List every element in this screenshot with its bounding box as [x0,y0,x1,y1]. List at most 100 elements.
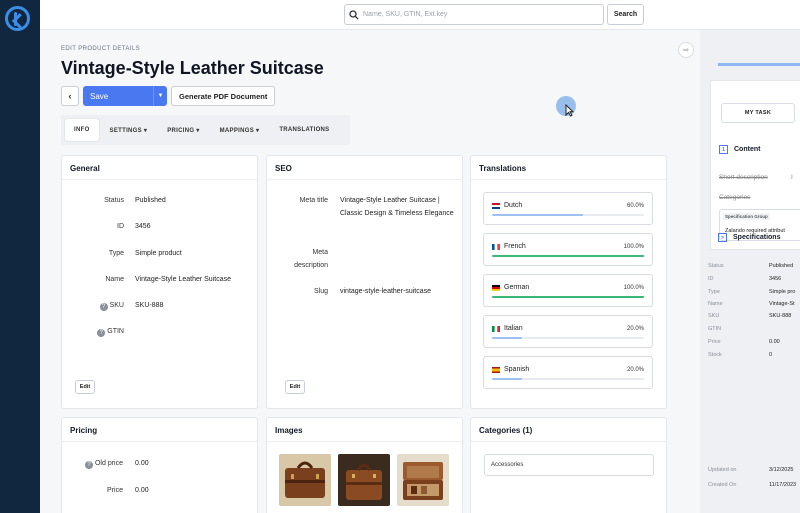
dutch-flag-icon [492,203,500,209]
tab-pricing[interactable]: PRICING ▾ [158,119,208,141]
page-title: Vintage-Style Leather Suitcase [61,58,324,78]
translation-language: German [504,284,530,291]
translations-card: Translations Dutch 60.0% French 100.0% G… [470,155,667,409]
created-on-value: 11/17/2023 [769,482,797,488]
summary-key: Status [708,263,724,269]
breadcrumb: EDIT PRODUCT DETAILS [61,46,141,52]
summary-key: Name [708,301,723,307]
specifications-section-header[interactable]: > Specifications [718,233,780,242]
specification-group-label: Specification Group [723,213,770,220]
save-button-label: Save [90,91,109,101]
meta-description-label-line1: Meta [312,249,328,256]
summary-value: Published [769,263,794,269]
top-bar: Search [40,0,800,30]
price-label: Price [107,487,123,494]
translation-percent: 60.0% [626,203,644,209]
tab-settings[interactable]: SETTINGS ▾ [101,119,157,141]
help-icon[interactable]: ? [84,461,93,469]
generate-pdf-button[interactable]: Generate PDF Document [171,86,276,106]
seo-card: SEO Meta title Vintage-Style Leather Sui… [266,155,463,409]
categories-card-title: Categories (1) [471,418,666,442]
translation-percent: 20.0% [626,367,644,373]
categories-card: Categories (1) Accessories [470,417,667,513]
help-icon[interactable]: ? [99,303,108,311]
general-edit-button[interactable]: Edit [75,380,95,394]
translation-item-dutch[interactable]: Dutch 60.0% [483,192,653,225]
content-section-header[interactable]: 1 Content [719,145,760,154]
summary-key: GTIN [708,326,722,332]
meta-description-label-line2: description [294,262,328,269]
tab-translations[interactable]: TRANSLATIONS [270,119,338,141]
categories-item: Categories [719,194,751,201]
tab-info[interactable]: INFO [65,119,99,141]
french-flag-icon [492,244,500,250]
translations-card-title: Translations [471,156,666,180]
action-toolbar: ‹ Save ▼ Generate PDF Document [61,86,276,107]
old-price-value: 0.00 [135,460,149,467]
back-button[interactable]: ‹ [61,86,79,106]
app-sidebar [0,0,40,513]
old-price-label: ? Old price [84,460,123,469]
search-input[interactable] [363,11,603,18]
translation-language: Spanish [504,366,530,373]
summary-value: SKU-888 [769,313,792,319]
collapse-panel-icon[interactable]: ⇨ [678,42,694,58]
gtin-label: ? GTIN [97,328,124,337]
translation-progress-bar [492,255,644,257]
summary-key: SKU [708,313,720,319]
sku-label: ? SKU [99,302,124,311]
translation-item-french[interactable]: French 100.0% [483,233,653,266]
german-flag-icon [492,285,500,291]
my-task-button[interactable]: MY TASK [721,103,795,123]
short-description-extra: I [791,174,793,181]
general-card: General Status Published ID 3456 Type Si… [61,155,258,409]
summary-key: ID [708,276,714,282]
short-description-item: Short description [719,174,768,181]
help-icon[interactable]: ? [97,329,106,337]
id-value: 3456 [135,223,151,230]
italian-flag-icon [492,326,500,332]
app-logo-icon[interactable] [5,6,30,31]
translation-progress-bar [492,214,644,216]
product-image-thumbnail[interactable] [338,454,390,506]
meta-title-label: Meta title [299,197,328,204]
price-value: 0.00 [135,487,149,494]
chevron-down-icon[interactable]: ▼ [153,86,167,106]
translation-language: Italian [504,325,523,332]
summary-key: Price [708,339,721,345]
slug-value: vintage-style-leather-suitcase [340,288,432,295]
translation-progress-bar [492,378,644,380]
product-image-thumbnail[interactable] [279,454,331,506]
translation-percent: 20.0% [626,326,644,332]
translation-item-spanish[interactable]: Spanish 20.0% [483,356,653,389]
seo-edit-button[interactable]: Edit [285,380,305,394]
summary-key: Stock [708,352,722,358]
category-item[interactable]: Accessories [484,454,654,476]
images-card-title: Images [267,418,462,442]
summary-value: Vintage-St [769,301,795,307]
panel-progress-indicator [718,63,800,66]
product-tabs: INFO SETTINGS ▾ PRICING ▾ MAPPINGS ▾ TRA… [61,115,350,145]
translation-percent: 100.0% [623,244,644,250]
general-card-title: General [62,156,257,180]
type-value: Simple product [135,250,182,257]
main-content: EDIT PRODUCT DETAILS Vintage-Style Leath… [40,30,675,513]
translation-item-german[interactable]: German 100.0% [483,274,653,307]
search-box [344,4,604,25]
search-button[interactable]: Search [607,4,644,25]
save-button[interactable]: Save ▼ [83,86,167,106]
translation-item-italian[interactable]: Italian 20.0% [483,315,653,348]
name-label: Name [105,276,124,283]
status-label: Status [104,197,124,204]
translation-percent: 100.0% [623,285,644,291]
pricing-card-title: Pricing [62,418,257,442]
translation-progress-bar [492,296,644,298]
specifications-expand-icon: > [718,233,727,242]
sku-value: SKU-888 [135,302,164,309]
product-image-thumbnail[interactable] [397,454,449,506]
spanish-flag-icon [492,367,500,373]
content-step-icon: 1 [719,145,728,154]
translation-language: French [504,243,526,250]
tab-mappings[interactable]: MAPPINGS ▾ [211,119,269,141]
pricing-card: Pricing ? Old price 0.00 Price 0.00 [61,417,258,513]
